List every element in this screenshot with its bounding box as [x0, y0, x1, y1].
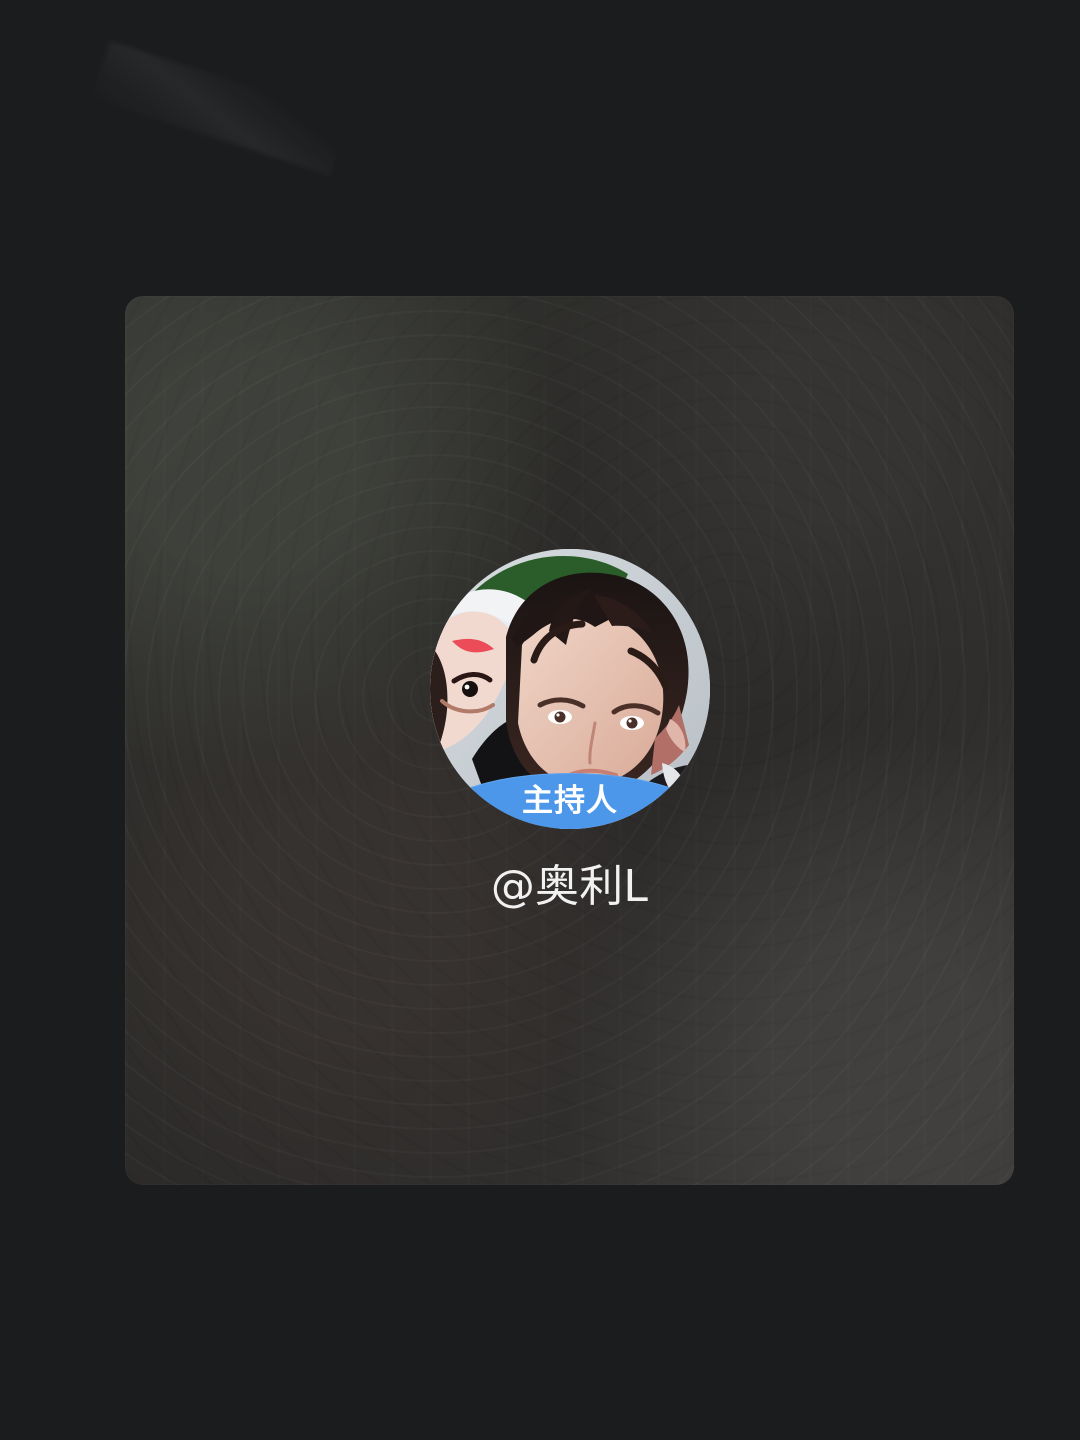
- host-card: 主持人 @奥利L: [125, 296, 1014, 1185]
- host-avatar[interactable]: 主持人: [430, 549, 710, 829]
- background-streak: [91, 40, 349, 176]
- voice-room-screen: 主持人 @奥利L: [0, 0, 1080, 1440]
- host-username: @奥利L: [490, 861, 649, 912]
